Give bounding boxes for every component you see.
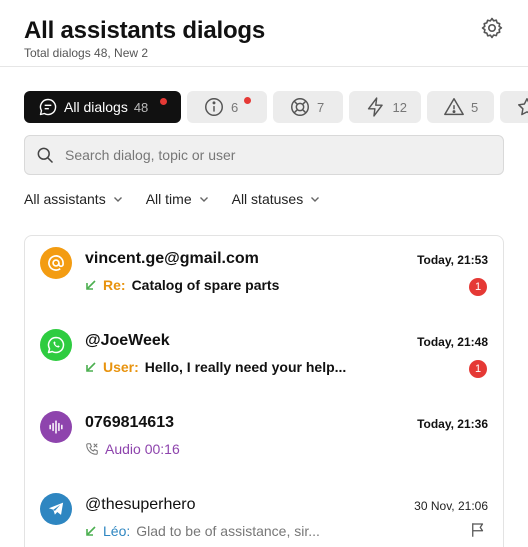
- dialog-name: @JoeWeek: [85, 332, 170, 349]
- filter-bar: All assistants All time All statuses: [24, 191, 321, 207]
- phone-missed-icon: [86, 443, 98, 455]
- dialog-row[interactable]: 0769814613 Today, 21:36 Audio 00:16: [25, 400, 503, 482]
- tab-warning[interactable]: 5: [427, 91, 494, 123]
- dialog-time: Today, 21:36: [417, 417, 488, 431]
- unread-dot: [244, 97, 251, 104]
- tab-count: 5: [471, 99, 479, 115]
- dialog-preview: Léo: Glad to be of assistance, sir...: [85, 523, 320, 539]
- audio-wave-icon: [49, 420, 63, 434]
- status-filter[interactable]: All statuses: [232, 191, 322, 207]
- tab-lightning[interactable]: 12: [349, 91, 421, 123]
- dialog-row[interactable]: @thesuperhero 30 Nov, 21:06 Léo: Glad to…: [25, 482, 503, 547]
- time-filter[interactable]: All time: [146, 191, 210, 207]
- chat-bubble-icon: [39, 98, 57, 116]
- tab-count: 7: [317, 99, 325, 115]
- telegram-avatar: [40, 493, 72, 525]
- star-icon: [518, 98, 528, 116]
- dialog-message: Hello, I really need your help...: [144, 359, 347, 375]
- dialog-name: 0769814613: [85, 414, 174, 431]
- tab-count: 12: [392, 99, 407, 115]
- page-header: All assistants dialogs Total dialogs 48,…: [24, 16, 508, 64]
- page-title: All assistants dialogs: [24, 17, 266, 44]
- dialog-name: @thesuperhero: [85, 496, 196, 513]
- tab-info[interactable]: 6: [187, 91, 267, 123]
- incoming-arrow-icon: [86, 280, 96, 290]
- dialog-name: vincent.ge@gmail.com: [85, 250, 259, 267]
- tab-all-dialogs[interactable]: All dialogs 48: [24, 91, 181, 123]
- time-filter-label: All time: [145, 191, 192, 207]
- dialog-time: 30 Nov, 21:06: [414, 499, 488, 513]
- dialog-prefix: Léo:: [103, 523, 131, 539]
- whatsapp-icon: [47, 336, 65, 354]
- chevron-down-icon: [311, 197, 320, 202]
- tab-starred[interactable]: [500, 91, 528, 123]
- dialog-prefix: User:: [103, 359, 139, 375]
- warning-icon: [444, 98, 464, 116]
- status-filter-label: All statuses: [231, 191, 304, 207]
- dialog-message: Audio 00:16: [105, 441, 180, 457]
- dialog-preview: Re: Catalog of spare parts: [85, 277, 279, 293]
- dialog-prefix: Re:: [103, 277, 126, 293]
- lightning-icon: [367, 97, 383, 117]
- page-subtitle: Total dialogs 48, New 2: [24, 46, 149, 60]
- incoming-arrow-icon: [86, 362, 96, 372]
- assistants-filter[interactable]: All assistants: [24, 191, 124, 207]
- dialog-row[interactable]: vincent.ge@gmail.com Today, 21:53 Re: Ca…: [25, 236, 503, 318]
- unread-badge: 1: [469, 360, 487, 378]
- tab-label: All dialogs: [64, 99, 128, 115]
- gear-icon[interactable]: [480, 16, 504, 40]
- dialog-time: Today, 21:53: [417, 253, 488, 267]
- flag-icon[interactable]: [469, 521, 487, 539]
- tab-support[interactable]: 7: [273, 91, 343, 123]
- tab-count: 6: [231, 99, 239, 115]
- search-icon: [37, 147, 54, 164]
- whatsapp-avatar: [40, 329, 72, 361]
- at-sign-icon: [48, 255, 64, 271]
- email-avatar: [40, 247, 72, 279]
- header-divider: [0, 66, 528, 67]
- dialog-preview: Audio 00:16: [85, 441, 180, 457]
- telegram-icon: [48, 502, 64, 515]
- dialog-row[interactable]: @JoeWeek Today, 21:48 User: Hello, I rea…: [25, 318, 503, 400]
- dialog-message: Catalog of spare parts: [131, 277, 280, 293]
- dialog-time: Today, 21:48: [417, 335, 488, 349]
- info-icon: [205, 98, 223, 116]
- search-box: [24, 135, 504, 175]
- search-input[interactable]: [65, 147, 485, 163]
- dialog-list: vincent.ge@gmail.com Today, 21:53 Re: Ca…: [24, 235, 504, 547]
- lifebuoy-icon: [291, 98, 309, 116]
- tab-count: 48: [133, 99, 149, 115]
- chevron-down-icon: [113, 197, 122, 202]
- dialog-preview: User: Hello, I really need your help...: [85, 359, 346, 375]
- dialog-message: Glad to be of assistance, sir...: [136, 523, 320, 539]
- voice-avatar: [40, 411, 72, 443]
- assistants-filter-label: All assistants: [24, 191, 106, 207]
- unread-dot: [160, 98, 167, 105]
- chevron-down-icon: [199, 197, 208, 202]
- filter-tabs: All dialogs 48 6 7 12 5: [24, 91, 528, 123]
- unread-badge: 1: [469, 278, 487, 296]
- incoming-arrow-icon: [86, 526, 96, 536]
